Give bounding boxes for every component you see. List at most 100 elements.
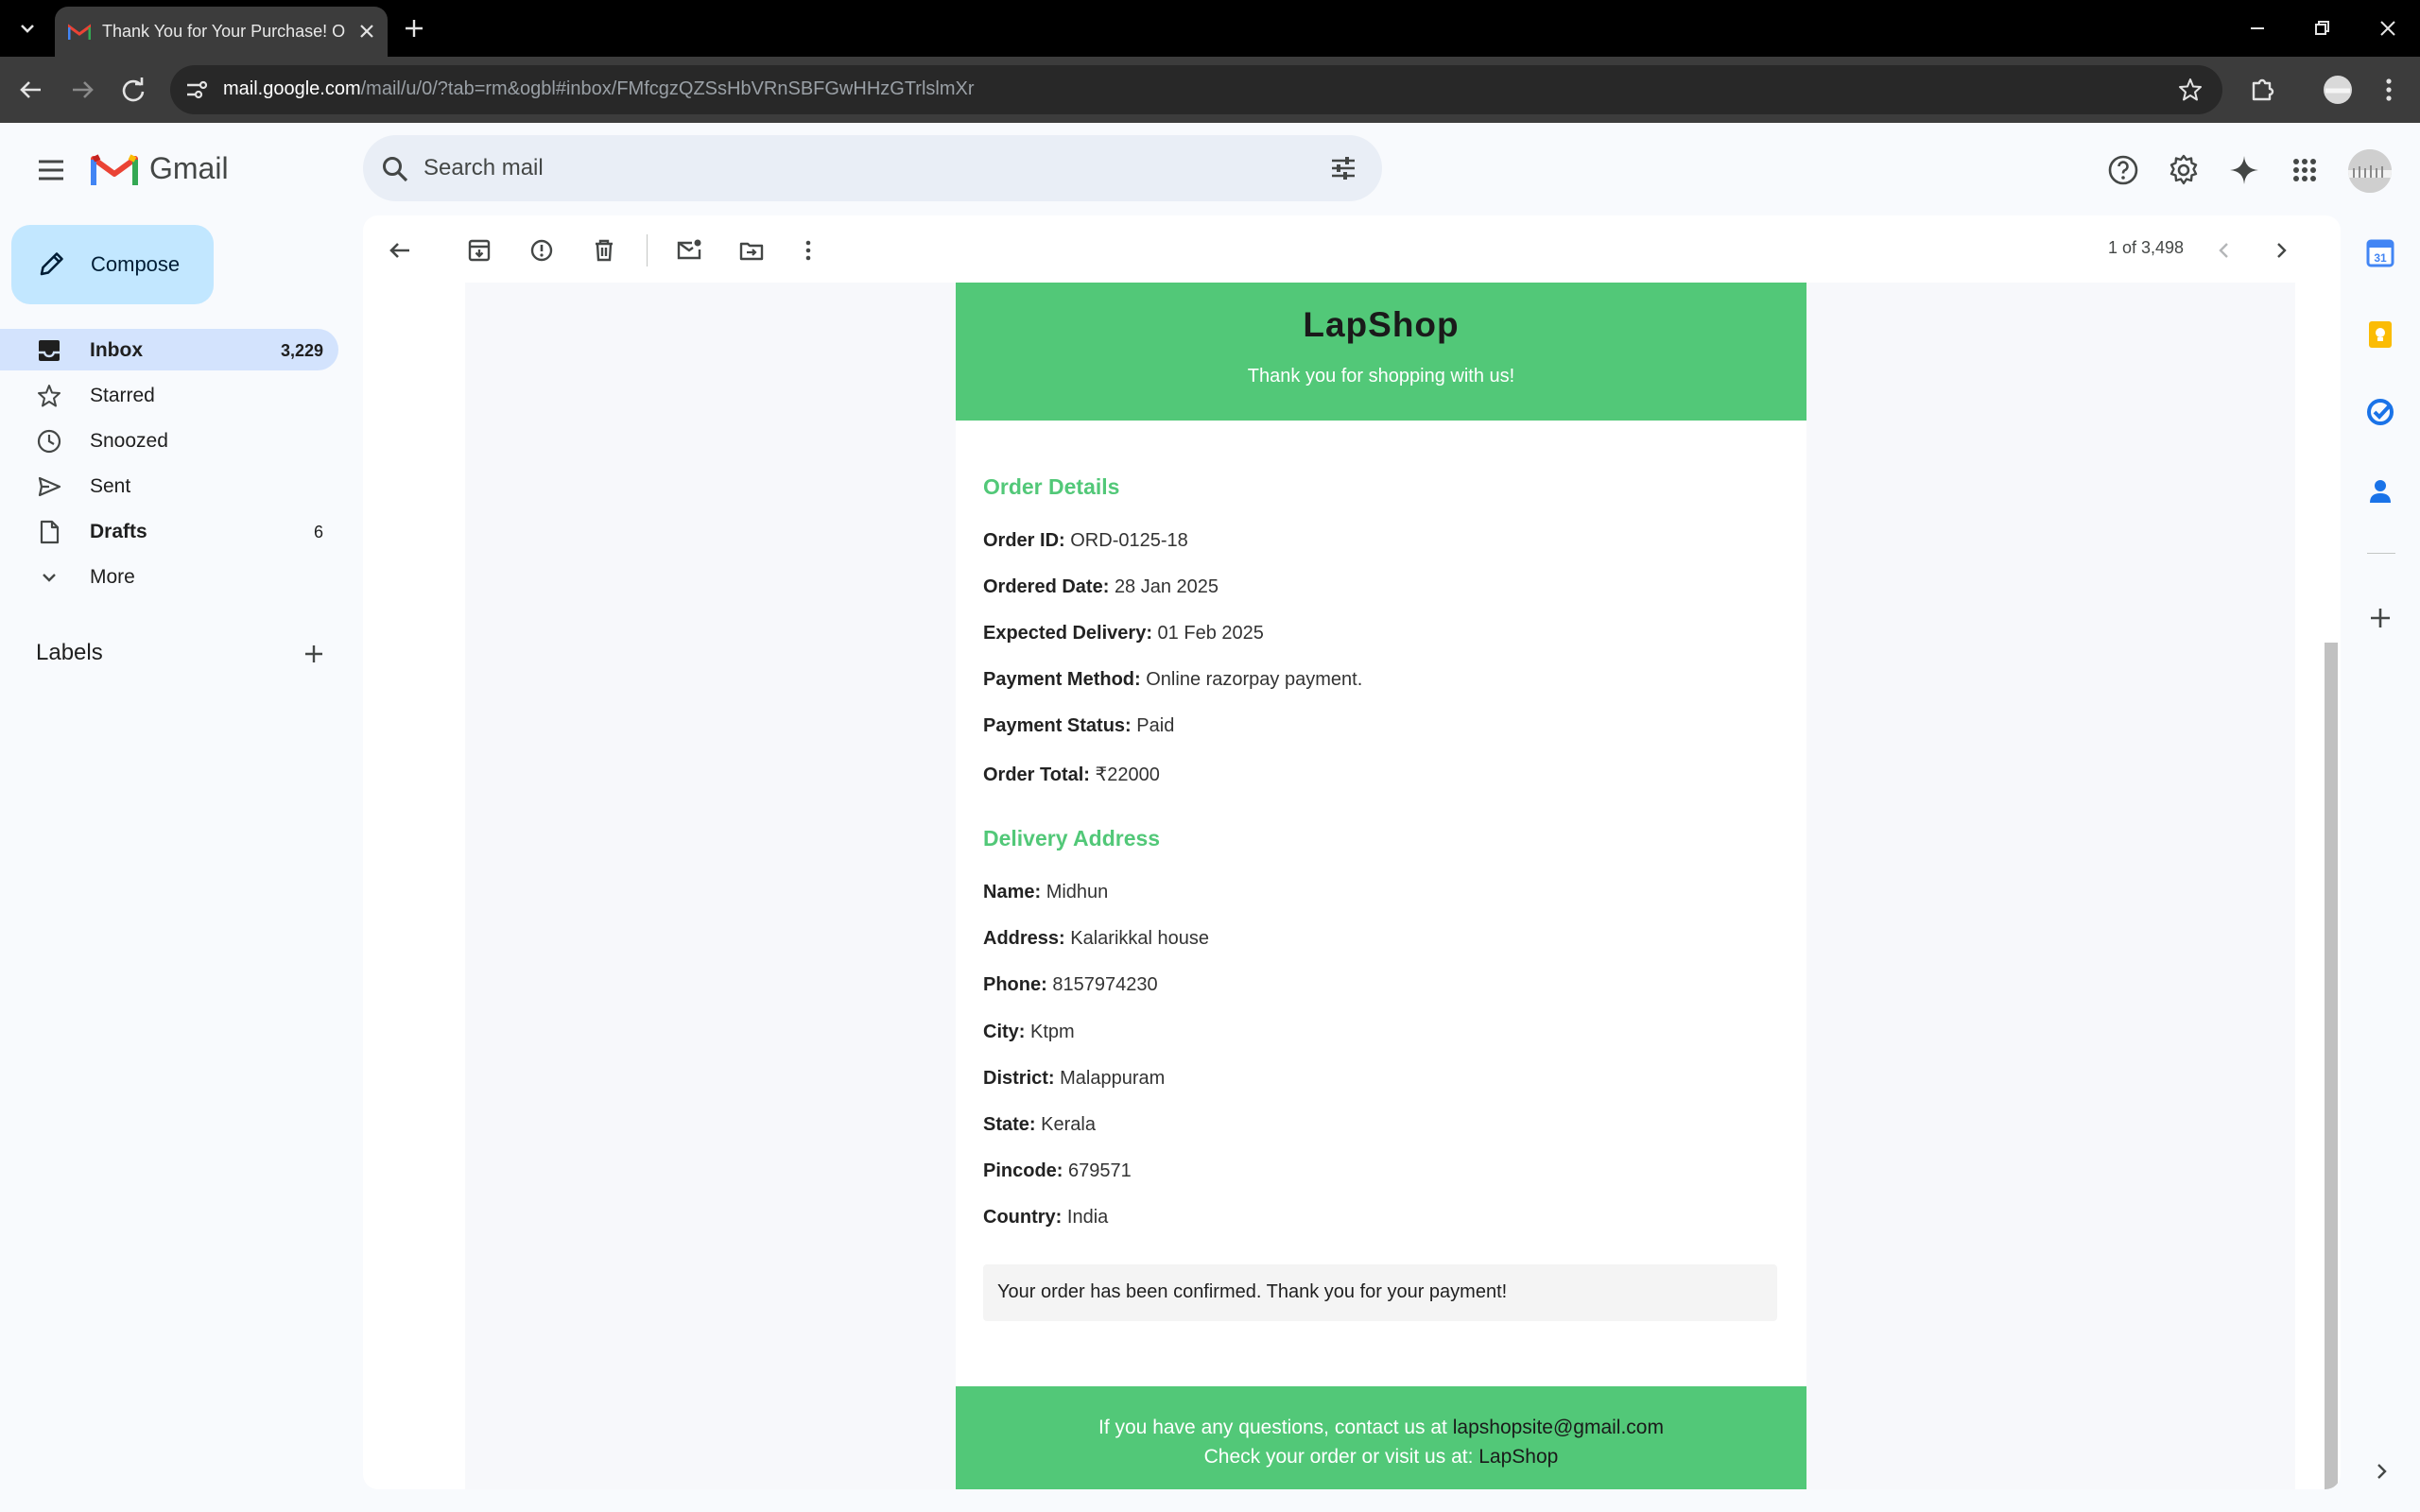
hide-side-panel-chevron-icon[interactable] [2369,1459,2394,1484]
pagination-text: 1 of 3,498 [2108,238,2185,257]
add-label-plus-icon[interactable] [299,639,329,669]
nav-item-sent[interactable]: Sent [0,465,338,507]
move-to-icon[interactable] [735,234,768,266]
account-avatar[interactable] [2348,149,2392,193]
nav-item-starred[interactable]: Starred [0,374,338,416]
field-label: Country: [983,1207,1063,1228]
site-info-icon[interactable] [182,76,210,104]
browser-menu-icon[interactable] [2373,74,2405,106]
confirmation-box: Your order has been confirmed. Thank you… [983,1264,1777,1321]
field-label: District: [983,1068,1055,1089]
message-scrollbar[interactable] [2322,284,2341,1489]
nav-item-snoozed[interactable]: Snoozed [0,420,338,461]
add-addon-plus-icon[interactable] [2365,603,2395,633]
bookmark-star-icon[interactable] [2176,76,2204,104]
tasks-icon[interactable] [2365,397,2395,427]
tab-search-chevron-icon[interactable] [13,15,42,42]
delete-trash-icon[interactable] [588,234,620,266]
expected-delivery-row: Expected Delivery: 01 Feb 2025 [983,623,1264,644]
search-input[interactable] [424,151,1274,185]
archive-icon[interactable] [463,234,495,266]
main-menu-icon[interactable] [32,151,70,189]
more-options-icon[interactable] [792,234,824,266]
toolbar-divider [647,234,648,266]
tab-close-icon[interactable] [355,20,378,43]
search-options-icon[interactable] [1327,152,1359,184]
compose-label: Compose [91,252,181,276]
older-chevron-right-icon[interactable] [2265,234,2297,266]
footer-visit-text: Check your order or visit us at: [1203,1446,1479,1468]
footer-site-link[interactable]: LapShop [1478,1446,1558,1468]
district-row: District: Malappuram [983,1068,1165,1090]
profile-avatar-icon[interactable] [2322,74,2354,106]
field-value: Malappuram [1060,1068,1166,1089]
nav-item-more[interactable]: More [0,556,338,597]
back-to-inbox-icon[interactable] [384,234,416,266]
field-label: City: [983,1022,1026,1042]
country-row: Country: India [983,1207,1108,1228]
browser-toolbar: mail.google.com/mail/u/0/?tab=rm&ogbl#in… [0,57,2420,123]
city-row: City: Ktpm [983,1022,1075,1043]
nav-item-label: Inbox [90,339,143,361]
back-arrow-icon[interactable] [15,74,47,106]
reload-icon[interactable] [117,74,149,106]
field-label: Payment Status: [983,715,1132,736]
field-label: Payment Method: [983,669,1141,690]
footer-contact-text: If you have any questions, contact us at [1098,1417,1453,1438]
field-value: Kerala [1041,1114,1096,1135]
gmail-wordmark[interactable]: Gmail [149,151,229,186]
ordered-date-row: Ordered Date: 28 Jan 2025 [983,576,1219,598]
search-icon[interactable] [380,154,410,184]
email-header-banner: LapShop Thank you for shopping with us! [956,283,1806,421]
browser-tab-active[interactable]: Thank You for Your Purchase! O [55,7,388,57]
nav-item-label: Starred [90,385,155,406]
newer-chevron-left-icon[interactable] [2208,234,2240,266]
browser-tab-bar: Thank You for Your Purchase! O [0,0,2420,57]
footer-visit-line: Check your order or visit us at: LapShop [956,1446,1806,1469]
nav-item-drafts[interactable]: Drafts 6 [0,510,338,552]
scrollbar-thumb[interactable] [2325,643,2338,1489]
gmail-favicon-icon [68,24,91,40]
field-label: Order Total: [983,765,1090,785]
new-tab-plus-icon[interactable] [401,15,427,42]
gemini-sparkle-icon[interactable] [2225,151,2263,189]
payment-status-row: Payment Status: Paid [983,715,1174,737]
field-value: India [1066,1207,1109,1228]
brand-name: LapShop [1303,305,1460,344]
url-text[interactable]: mail.google.com/mail/u/0/?tab=rm&ogbl#in… [223,78,975,100]
mark-unread-icon[interactable] [673,234,705,266]
settings-gear-icon[interactable] [2165,151,2203,189]
field-value: ₹22000 [1095,765,1160,785]
nav-item-inbox[interactable]: Inbox 3,229 [0,329,338,370]
state-row: State: Kerala [983,1114,1096,1136]
field-value: Online razorpay payment. [1146,669,1363,690]
google-apps-grid-icon[interactable] [2286,151,2324,189]
close-window-icon[interactable] [2373,13,2403,43]
gmail-logo-icon[interactable] [91,151,138,187]
address-bar[interactable]: mail.google.com/mail/u/0/?tab=rm&ogbl#in… [170,65,2222,114]
clock-icon [36,428,62,455]
calendar-icon[interactable]: 31 [2365,238,2395,268]
footer-contact-line: If you have any questions, contact us at… [956,1417,1806,1439]
field-label: Pincode: [983,1160,1063,1181]
forward-arrow-icon[interactable] [66,74,98,106]
contacts-icon[interactable] [2365,476,2395,507]
keep-notes-icon[interactable] [2365,319,2395,350]
extensions-puzzle-icon[interactable] [2246,74,2278,106]
report-spam-icon[interactable] [526,234,558,266]
search-bar[interactable] [363,135,1382,201]
field-value: Paid [1136,715,1175,736]
restore-icon[interactable] [2307,13,2337,43]
field-value: Midhun [1046,882,1109,902]
minimize-icon[interactable] [2242,13,2273,43]
field-value: 01 Feb 2025 [1157,623,1264,644]
nav-item-label: Snoozed [90,430,168,452]
order-details-heading: Order Details [983,474,1120,499]
help-icon[interactable] [2104,151,2142,189]
draft-count: 6 [313,523,323,541]
compose-button[interactable]: Compose [11,225,214,304]
chevron-down-icon [36,564,62,591]
order-email-card: LapShop Thank you for shopping with us! … [956,283,1806,1489]
footer-email-link[interactable]: lapshopsite@gmail.com [1453,1417,1664,1438]
tab-title: Thank You for Your Purchase! O [102,22,346,41]
